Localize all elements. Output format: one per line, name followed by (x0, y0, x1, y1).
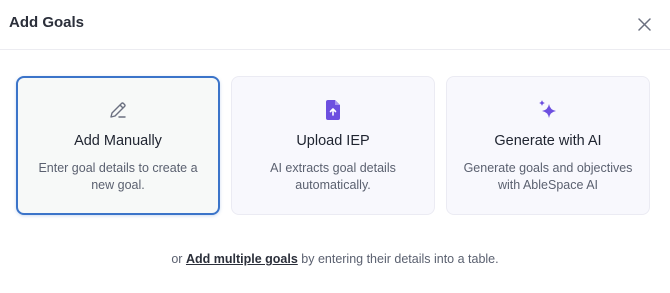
upload-file-icon (232, 99, 434, 121)
generate-with-ai-title: Generate with AI (494, 133, 602, 149)
close-button[interactable] (634, 14, 654, 34)
generate-with-ai-description: Generate goals and objectives with AbleS… (463, 161, 633, 192)
close-icon (637, 17, 651, 31)
footer-suffix: by entering their details into a table. (301, 252, 499, 266)
sparkles-icon (447, 99, 649, 121)
upload-iep-description: AI extracts goal details automatically. (270, 161, 396, 192)
goal-options: Add Manually Enter goal details to creat… (16, 76, 656, 216)
pencil-icon (18, 99, 218, 121)
footer-text: or Add multiple goals by entering their … (0, 252, 670, 266)
upload-iep-title: Upload IEP (296, 133, 370, 149)
add-manually-description: Enter goal details to create a new goal. (38, 161, 198, 192)
add-goals-modal: Add Goals Add Manually Enter goal detail… (0, 0, 670, 293)
modal-title: Add Goals (9, 14, 85, 31)
footer-prefix: or (171, 252, 183, 266)
modal-header: Add Goals (0, 0, 670, 50)
generate-with-ai-card[interactable]: Generate with AI Generate goals and obje… (446, 76, 650, 215)
add-manually-card[interactable]: Add Manually Enter goal details to creat… (16, 76, 220, 215)
upload-iep-card[interactable]: Upload IEP AI extracts goal details auto… (231, 76, 435, 215)
add-multiple-goals-link[interactable]: Add multiple goals (186, 252, 298, 266)
add-manually-title: Add Manually (74, 133, 162, 149)
